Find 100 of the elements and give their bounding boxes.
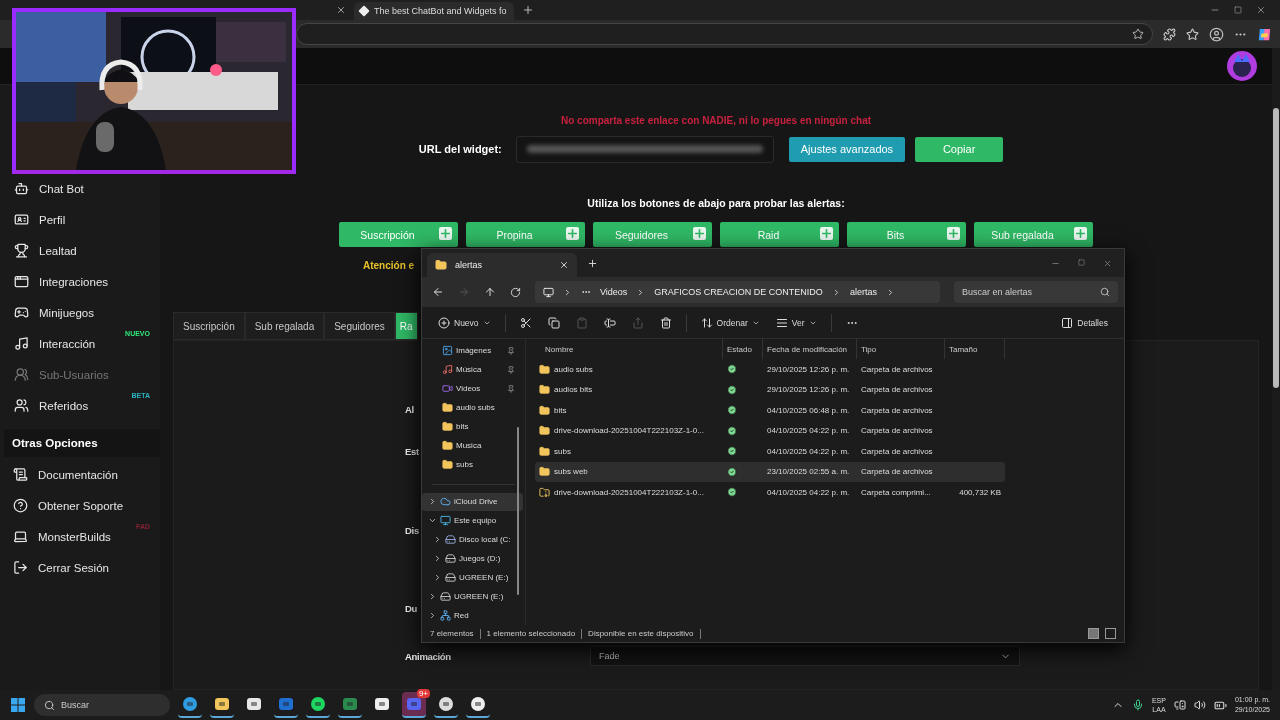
- tiles-view-button[interactable]: [1105, 628, 1116, 639]
- sidebar-item[interactable]: Obtener Soporte: [0, 490, 160, 521]
- breadcrumb-item[interactable]: GRAFICOS CREACION DE CONTENIDO: [654, 287, 823, 297]
- music-note-icon: [14, 336, 29, 351]
- sync-check-icon: [727, 466, 737, 477]
- details-button[interactable]: Detalles: [1055, 314, 1114, 331]
- logout-icon: [13, 560, 28, 575]
- nav-tree-item[interactable]: Disco local (C:: [422, 530, 523, 550]
- nav-item[interactable]: bits: [422, 416, 523, 436]
- sidebar-item[interactable]: Integraciones: [0, 266, 160, 297]
- column-header[interactable]: Fecha de modificación: [763, 339, 857, 359]
- nav-tree-item[interactable]: Juegos (D:): [422, 549, 523, 569]
- volume-icon[interactable]: [1193, 699, 1206, 711]
- maximize-icon[interactable]: [1234, 6, 1242, 14]
- tab-close-icon[interactable]: [336, 5, 346, 15]
- section-heading: Otras Opciones: [4, 429, 160, 457]
- address-field[interactable]: [296, 23, 1153, 45]
- sidebar-item[interactable]: Chat Bot: [0, 173, 160, 204]
- app-icon: [214, 696, 230, 712]
- refresh-icon[interactable]: [510, 286, 521, 298]
- nav-item[interactable]: Musica: [422, 435, 523, 455]
- laptop-icon: [13, 529, 28, 544]
- image-icon: [442, 344, 453, 356]
- folder-icon: [539, 404, 550, 416]
- nav-tree-item[interactable]: UGREEN (E:): [422, 568, 523, 588]
- column-header[interactable]: Estado: [723, 339, 763, 359]
- animation-select[interactable]: Fade: [590, 646, 1020, 666]
- clipboard-icon: [575, 316, 588, 329]
- scrollbar-thumb[interactable]: [517, 427, 519, 595]
- colorful-logo-icon[interactable]: [1257, 26, 1272, 42]
- display-icon[interactable]: [1173, 699, 1186, 711]
- nav-item[interactable]: subs: [422, 454, 523, 474]
- nav-tree-item[interactable]: UGREEN (E:): [422, 587, 523, 607]
- favorites-icon[interactable]: [1186, 27, 1199, 41]
- sidebar-item[interactable]: Cerrar Sesión: [0, 552, 160, 583]
- sidebar-item[interactable]: Perfil: [0, 204, 160, 235]
- microphone-icon[interactable]: [1131, 699, 1144, 711]
- table-cell: 29/10/2025 12:26 p. m.: [767, 364, 850, 374]
- start-icon[interactable]: [10, 697, 26, 713]
- nav-tree-item[interactable]: iCloud Drive: [422, 492, 523, 512]
- toolbar-button[interactable]: Nuevo: [432, 314, 497, 331]
- video-icon: [442, 382, 453, 394]
- close-icon[interactable]: [1256, 5, 1266, 15]
- taskbar-search-field[interactable]: Buscar: [34, 694, 170, 716]
- breadcrumb-item[interactable]: alertas: [849, 287, 877, 297]
- nav-tree-item[interactable]: Este equipo: [422, 511, 523, 531]
- plus-icon: [693, 227, 706, 240]
- back-icon[interactable]: [432, 286, 444, 298]
- folder-icon: [539, 384, 550, 396]
- table-cell: 04/10/2025 04:22 p. m.: [767, 487, 850, 497]
- status-text: 1 elemento seleccionado: [486, 629, 576, 638]
- file-row[interactable]: audios bits 29/10/2025 12:26 p. m. Carpeta de archivos: [535, 379, 1005, 400]
- url-field[interactable]: [515, 135, 774, 163]
- nav-item[interactable]: audio subs: [422, 397, 523, 417]
- toolbar-button[interactable]: Ver: [769, 314, 823, 331]
- app-icon: [438, 696, 454, 712]
- column-header[interactable]: Nombre: [535, 339, 723, 359]
- sync-check-icon: [727, 487, 737, 498]
- table-cell: Carpeta de archivos: [861, 446, 933, 456]
- file-name: bits: [554, 405, 567, 415]
- profile-icon[interactable]: [1209, 26, 1224, 42]
- cloud-icon: [440, 496, 451, 508]
- new-tab-icon[interactable]: [522, 4, 534, 16]
- drive-icon: [445, 572, 456, 584]
- nav-tree-item[interactable]: Red: [422, 606, 523, 626]
- column-header[interactable]: Tamaño: [945, 339, 1005, 359]
- up-icon[interactable]: [484, 286, 496, 298]
- column-header[interactable]: Tipo: [857, 339, 945, 359]
- breadcrumb-item[interactable]: Videos: [600, 287, 628, 297]
- table-cell: 04/10/2025 04:22 p. m.: [767, 426, 850, 436]
- scrollbar-thumb[interactable]: [1273, 108, 1279, 388]
- alert-tab[interactable]: Sub regalada: [244, 312, 325, 340]
- search-field[interactable]: Buscar en alertas: [954, 281, 1118, 303]
- nav-item[interactable]: Videos: [422, 378, 523, 398]
- alert-tab[interactable]: Suscripción: [173, 312, 245, 340]
- close-icon[interactable]: [559, 260, 569, 270]
- browser-tab[interactable]: The best ChatBot and Widgets fo: [354, 2, 514, 20]
- file-row[interactable]: drive-download-20251004T222103Z-1-0... 04/10/2025 04:22 p. m. Carpeta comprimi... 400,732 KB: [535, 482, 1005, 503]
- scissors-icon: [519, 316, 532, 329]
- sync-check-icon: [727, 446, 737, 457]
- sidebar-item[interactable]: Documentación: [0, 459, 160, 490]
- toolbar-button[interactable]: Ordenar: [694, 314, 766, 331]
- new-tab-icon[interactable]: [587, 257, 598, 269]
- notification-badge: 9+: [416, 689, 430, 698]
- star-icon[interactable]: [1132, 28, 1144, 40]
- file-row[interactable]: subs web 23/10/2025 02:55 a. m. Carpeta de archivos: [535, 461, 1005, 482]
- extensions-icon[interactable]: [1163, 27, 1176, 41]
- sidebar-item[interactable]: Minijuegos: [0, 297, 160, 328]
- nav-item[interactable]: Imágenes: [422, 341, 523, 360]
- file-row[interactable]: audio subs 29/10/2025 12:26 p. m. Carpeta de archivos: [535, 359, 1005, 380]
- nav-item[interactable]: Música: [422, 359, 523, 379]
- file-row[interactable]: drive-download-20251004T222103Z-1-0... 04/10/2025 04:22 p. m. Carpeta de archivos: [535, 420, 1005, 441]
- explorer-tab[interactable]: alertas: [427, 253, 577, 277]
- avatar-icon[interactable]: [1226, 50, 1258, 82]
- sidebar-item[interactable]: Lealtad: [0, 235, 160, 266]
- folder-icon: [539, 425, 550, 437]
- file-row[interactable]: subs 04/10/2025 04:22 p. m. Carpeta de archivos: [535, 441, 1005, 462]
- alert-tab[interactable]: Seguidores: [324, 312, 395, 340]
- breadcrumb-bar[interactable]: Videos GRAFICOS CREACION DE CONTENIDO alertas: [535, 281, 940, 303]
- file-row[interactable]: bits 04/10/2025 06:48 p. m. Carpeta de archivos: [535, 400, 1005, 421]
